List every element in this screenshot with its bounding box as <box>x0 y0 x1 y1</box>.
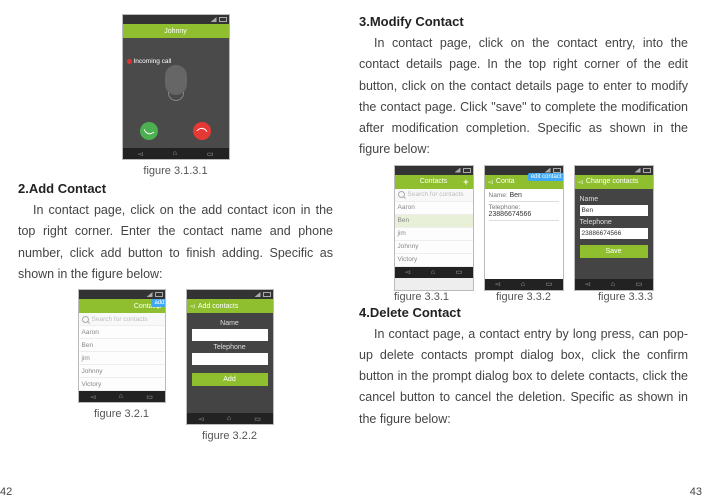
page-number-right: 43 <box>690 486 702 498</box>
telephone-input[interactable]: 23886674566 <box>580 228 648 239</box>
figure-caption: figure 3.3.3 <box>585 291 667 303</box>
section-3-para: In contact page, click on the contact en… <box>359 33 688 161</box>
list-item[interactable]: jim <box>79 352 165 365</box>
figures-3-2-row: Contacts + add contact Search for contac… <box>18 289 333 442</box>
back-icon[interactable]: ◅ <box>578 178 583 186</box>
list-item[interactable]: Aaron <box>395 202 473 215</box>
telephone-input[interactable] <box>192 353 268 365</box>
home-icon: ⌂ <box>173 150 177 157</box>
telephone-value: 23886674566 <box>489 211 532 218</box>
add-contact-icon[interactable]: + <box>463 177 468 187</box>
signal-icon <box>211 17 217 22</box>
appbar-change-contacts: ◅ Change contacts <box>575 175 653 189</box>
figure-3-3-captions: figure 3.3.1 figure 3.3.2 figure 3.3.3 <box>359 291 688 303</box>
figure-3-1-3-1: Johnny Incoming call <box>18 14 333 177</box>
recent-icon: ▭ <box>207 150 214 158</box>
record-dot-icon <box>127 59 132 64</box>
figure-caption: figure 3.2.1 <box>78 408 166 420</box>
appbar-contacts: Contacts + add contact <box>79 299 165 313</box>
section-2-title: 2.Add Contact <box>18 181 333 196</box>
caller-name: Johnny <box>164 28 187 35</box>
back-icon[interactable]: ◅ <box>190 302 195 310</box>
name-label: Name: <box>489 192 508 199</box>
search-row[interactable]: Search for contacts <box>79 313 165 326</box>
figures-3-3-row: Contacts+ Search for contacts Aaron Ben … <box>359 165 688 291</box>
back-icon: ◅ <box>137 150 142 158</box>
search-icon <box>82 316 89 323</box>
list-item[interactable]: Johnny <box>395 241 473 254</box>
name-input[interactable] <box>192 329 268 341</box>
phone-mock-contacts-list: Contacts + add contact Search for contac… <box>78 289 166 403</box>
right-column: 3.Modify Contact In contact page, click … <box>345 10 690 496</box>
call-header: Johnny <box>123 24 229 38</box>
search-row[interactable]: Search for contacts <box>395 189 473 202</box>
edit-contact-badge[interactable]: edit contact <box>528 173 564 181</box>
phone-mock-contacts-list-2: Contacts+ Search for contacts Aaron Ben … <box>394 165 474 291</box>
list-item-selected[interactable]: Ben <box>395 215 473 228</box>
list-item[interactable]: Victory <box>79 378 165 391</box>
phone-mock-change-contact: ◅ Change contacts Name Ben Telephone 238… <box>574 165 654 291</box>
figure-caption: figure 3.3.2 <box>483 291 565 303</box>
list-item[interactable]: Victory <box>395 254 473 267</box>
section-4-para: In contact page, a contact entry by long… <box>359 324 688 430</box>
appbar-contact-detail: ◅ Conta edit contact <box>485 175 563 189</box>
answer-button[interactable] <box>140 122 158 140</box>
figure-caption: figure 3.1.3.1 <box>122 165 230 177</box>
decline-button[interactable] <box>193 122 211 140</box>
name-input[interactable]: Ben <box>580 205 648 216</box>
add-contact-badge: add contact <box>151 299 165 307</box>
status-bar <box>123 15 229 24</box>
phone-mock-contact-detail: ◅ Conta edit contact Name: Ben Telephone… <box>484 165 564 291</box>
telephone-label: Telephone: <box>489 204 521 211</box>
name-label: Name <box>192 320 268 327</box>
android-nav-bar: ◅ ⌂ ▭ <box>123 148 229 159</box>
telephone-label: Telephone <box>192 344 268 351</box>
back-icon[interactable]: ◅ <box>488 178 493 186</box>
mic-icon <box>165 65 187 95</box>
section-4-title: 4.Delete Contact <box>359 305 688 320</box>
appbar-add-contacts: ◅ Add contacts <box>187 299 273 313</box>
left-column: Johnny Incoming call <box>0 10 345 496</box>
battery-icon <box>219 17 227 22</box>
list-item[interactable]: Ben <box>79 339 165 352</box>
section-3-title: 3.Modify Contact <box>359 14 688 29</box>
figure-caption: figure 3.2.2 <box>186 430 274 442</box>
phone-down-icon <box>196 125 207 136</box>
figure-caption: figure 3.3.1 <box>381 291 463 303</box>
name-value: Ben <box>509 192 521 199</box>
telephone-label: Telephone <box>580 219 648 226</box>
list-item[interactable]: Aaron <box>79 326 165 339</box>
phone-icon <box>144 126 155 137</box>
list-item[interactable]: jim <box>395 228 473 241</box>
add-button[interactable]: Add <box>192 373 268 386</box>
section-2-para: In contact page, click on the add contac… <box>18 200 333 285</box>
save-button[interactable]: Save <box>580 245 648 258</box>
phone-mock-add-contact: ◅ Add contacts Name Telephone Add ◅⌂▭ <box>186 289 274 425</box>
incoming-label: Incoming call <box>127 58 172 65</box>
list-item[interactable]: Johnny <box>79 365 165 378</box>
phone-mock-incoming-call: Johnny Incoming call <box>122 14 230 160</box>
name-label: Name <box>580 196 648 203</box>
page-number-left: 42 <box>0 486 12 498</box>
